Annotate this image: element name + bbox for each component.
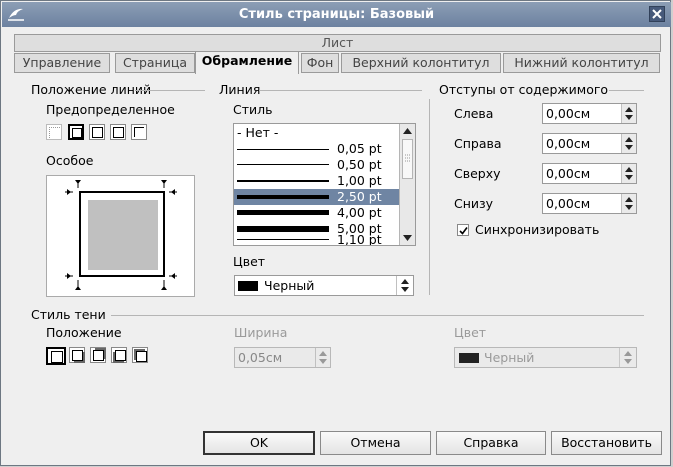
separator [259,90,422,91]
spacing-bottom-label: Снизу [454,196,494,211]
list-item[interactable]: 4,00 pt [234,205,400,221]
shadow-position-label: Положение [46,325,122,340]
line-color-label: Цвет [233,254,266,269]
spacing-top-field[interactable]: 0,00см [542,163,637,184]
tab-background[interactable]: Фон [301,53,339,73]
line-position-heading: Положение линий [31,82,152,97]
reset-button[interactable]: Восстановить [551,431,662,455]
title-bar: Стиль страницы: Базовый [2,2,671,27]
list-item[interactable]: 1,10 pt [234,232,400,245]
line-color-select[interactable]: Черный [234,275,414,296]
line-style-scrollbar[interactable] [399,124,415,245]
scroll-up-icon[interactable] [403,128,412,134]
shadow-width-field[interactable]: 0,05см [234,347,331,368]
shadow-heading: Стиль тени [31,307,106,322]
preset-box[interactable] [68,124,84,140]
line-style-list[interactable]: - Нет - 0,05 pt 0,50 pt 1,00 pt 2,50 pt … [233,123,416,246]
spacing-bottom-field[interactable]: 0,00см [542,193,637,214]
close-icon [652,9,662,19]
tab-sheet[interactable]: Лист [14,34,661,52]
window-title: Стиль страницы: Базовый [238,7,435,22]
shadow-none[interactable] [46,347,66,365]
sync-checkbox[interactable] [457,224,469,236]
shadow-top-left[interactable] [132,347,148,363]
preset-none[interactable] [46,124,62,140]
special-label: Особое [46,153,94,168]
updown-icon[interactable] [625,137,633,150]
spin-arrows[interactable] [619,348,636,367]
updown-icon [624,351,632,364]
preset-box-shadow[interactable] [89,124,105,140]
preset-outer[interactable] [110,124,126,140]
scroll-thumb[interactable] [402,139,413,179]
arrow-icons [65,180,177,290]
sync-label[interactable]: Синхронизировать [475,222,599,237]
shadow-color-label: Цвет [454,325,487,340]
updown-icon[interactable] [625,167,633,180]
list-item[interactable]: - Нет - [234,125,400,141]
predefined-label: Предопределенное [46,102,175,117]
ok-button[interactable]: OK [203,431,315,455]
tab-footer[interactable]: Нижний колонтитул [503,53,660,73]
spacing-heading: Отступы от содержимого [439,82,609,97]
color-swatch [238,281,258,291]
line-style-label: Стиль [233,102,273,117]
tab-management[interactable]: Управление [14,53,110,73]
shadow-bottom-left[interactable] [111,347,127,363]
checkmark-icon [459,227,468,235]
separator [111,315,644,316]
color-swatch [459,353,479,363]
separator [135,90,205,91]
updown-icon[interactable] [319,351,327,364]
border-preview[interactable] [46,175,195,297]
preset-left-right[interactable] [131,124,147,140]
shadow-color-select[interactable]: Черный [454,347,637,368]
updown-icon[interactable] [625,107,633,120]
scroll-down-icon[interactable] [403,235,412,241]
spacing-left-label: Слева [454,106,494,121]
list-item[interactable]: 0,50 pt [234,157,400,173]
tab-header[interactable]: Верхний колонтитул [341,53,501,73]
close-button[interactable] [649,6,665,22]
list-item-selected[interactable]: 2,50 pt [234,189,400,205]
spacing-left-field[interactable]: 0,00см [542,103,637,124]
grip-icon [405,154,411,162]
shadow-width-label: Ширина [234,325,288,340]
tab-borders[interactable]: Обрамление [195,51,299,74]
separator [429,99,430,295]
spacing-top-label: Сверху [454,166,501,181]
list-item[interactable]: 1,00 pt [234,173,400,189]
spin-arrows[interactable] [396,276,413,295]
cancel-button[interactable]: Отмена [320,431,431,455]
line-heading: Линия [219,82,261,97]
spacing-right-field[interactable]: 0,00см [542,133,637,154]
separator [609,90,644,91]
shadow-bottom-right[interactable] [69,347,85,363]
updown-icon [401,279,409,292]
tab-page[interactable]: Страница [115,53,195,73]
list-item[interactable]: 0,05 pt [234,141,400,157]
updown-icon[interactable] [625,197,633,210]
spacing-right-label: Справа [454,136,502,151]
shadow-top-right[interactable] [90,347,106,363]
help-button[interactable]: Справка [436,431,546,455]
page-style-dialog: Стиль страницы: Базовый Лист Управление … [0,0,671,466]
